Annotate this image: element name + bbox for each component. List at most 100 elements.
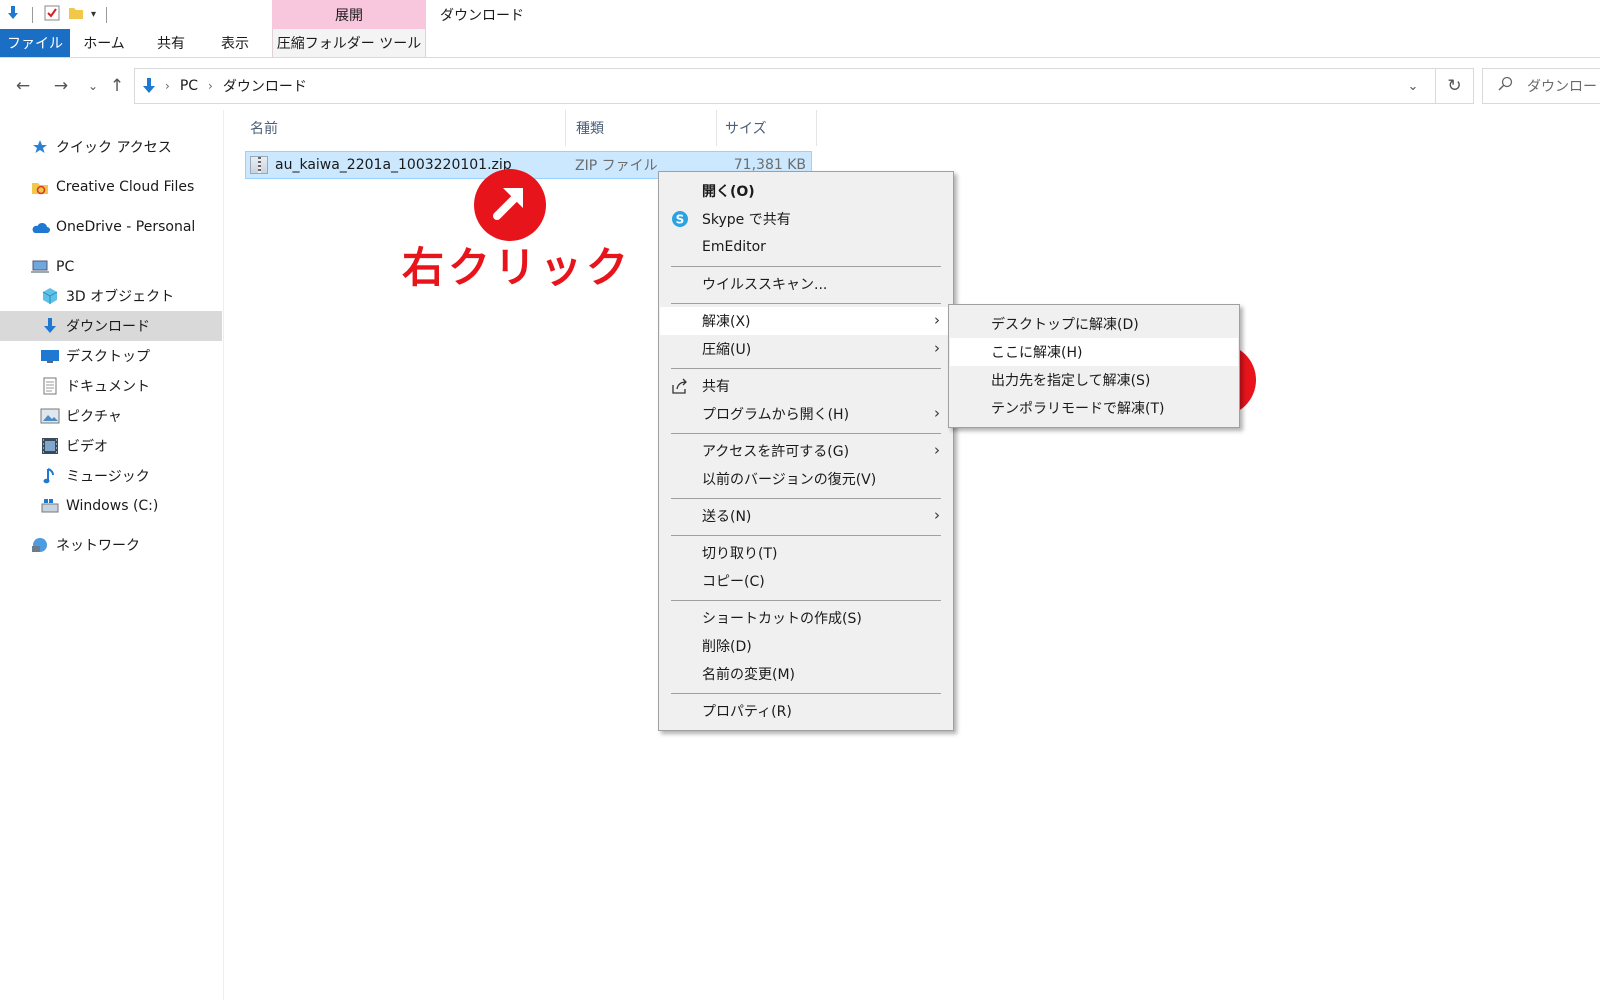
sidebar-item-music[interactable]: ミュージック xyxy=(0,461,222,491)
properties-check-icon[interactable] xyxy=(43,4,61,26)
toolbar-divider xyxy=(32,6,33,23)
menu-separator xyxy=(671,303,941,304)
drive-icon xyxy=(40,496,60,516)
menu-item-delete[interactable]: 削除(D) xyxy=(660,632,952,660)
document-icon xyxy=(40,376,60,396)
refresh-icon[interactable]: ↻ xyxy=(1435,69,1473,103)
menu-item-label: ウイルススキャン... xyxy=(702,277,828,293)
menu-item-share[interactable]: 共有 xyxy=(660,372,952,400)
menu-item-label: ショートカットの作成(S) xyxy=(702,611,862,627)
customize-chevron-icon[interactable]: ▾ xyxy=(91,9,96,20)
address-bar[interactable]: › PC › ダウンロード ⌄ ↻ xyxy=(134,68,1474,104)
menu-item-label: コピー(C) xyxy=(702,574,765,590)
sidebar-item-label: クイック アクセス xyxy=(56,140,172,156)
menu-item-extract[interactable]: 解凍(X) › xyxy=(660,307,952,335)
sidebar-item-label: PC xyxy=(56,259,75,275)
sidebar-item-desktop[interactable]: デスクトップ xyxy=(0,341,222,371)
submenu-arrow-icon: › xyxy=(934,311,940,329)
tab-home[interactable]: ホーム xyxy=(70,29,138,57)
sidebar-item-pc[interactable]: PC xyxy=(0,252,222,282)
sidebar-item-label: ビデオ xyxy=(66,439,108,455)
menu-item-send-to[interactable]: 送る(N) › xyxy=(660,502,952,530)
file-type-cell: ZIP ファイル xyxy=(575,158,658,174)
menu-item-give-access[interactable]: アクセスを許可する(G) › xyxy=(660,437,952,465)
toolbar-divider xyxy=(106,6,108,23)
sidebar-item-documents[interactable]: ドキュメント xyxy=(0,371,222,401)
tab-share[interactable]: 共有 xyxy=(142,29,200,57)
music-icon xyxy=(40,466,60,486)
column-header-name[interactable]: 名前 xyxy=(240,110,566,146)
file-name-cell[interactable]: au_kaiwa_2201a_1003220101.zip xyxy=(250,151,512,179)
submenu-arrow-icon: › xyxy=(934,339,940,357)
sidebar-item-videos[interactable]: ビデオ xyxy=(0,431,222,461)
recent-locations-chevron-icon[interactable]: ⌄ xyxy=(80,72,106,100)
extract-submenu: デスクトップに解凍(D) ここに解凍(H) 出力先を指定して解凍(S) テンポラ… xyxy=(948,304,1240,428)
tab-file[interactable]: ファイル xyxy=(0,29,70,57)
video-icon xyxy=(40,436,60,456)
menu-separator xyxy=(671,693,941,694)
submenu-item-label: テンポラリモードで解凍(T) xyxy=(991,401,1165,417)
column-header-type[interactable]: 種類 xyxy=(566,110,717,146)
menu-item-open-with[interactable]: プログラムから開く(H) › xyxy=(660,400,952,428)
menu-separator xyxy=(671,433,941,434)
submenu-item-extract-to-destination[interactable]: 出力先を指定して解凍(S) xyxy=(950,366,1238,394)
submenu-item-extract-temporary[interactable]: テンポラリモードで解凍(T) xyxy=(950,394,1238,422)
submenu-item-extract-to-desktop[interactable]: デスクトップに解凍(D) xyxy=(950,310,1238,338)
submenu-item-extract-here[interactable]: ここに解凍(H) xyxy=(950,338,1238,366)
network-icon xyxy=(30,535,50,555)
sidebar-item-windows-c[interactable]: Windows (C:) xyxy=(0,491,222,521)
sidebar-item-creative-cloud[interactable]: Creative Cloud Files xyxy=(0,172,222,202)
menu-item-skype-share[interactable]: S Skype で共有 xyxy=(660,205,952,233)
menu-item-restore-versions[interactable]: 以前のバージョンの復元(V) xyxy=(660,465,952,493)
address-dropdown-chevron-icon[interactable]: ⌄ xyxy=(1399,69,1427,103)
menu-item-properties[interactable]: プロパティ(R) xyxy=(660,697,952,725)
sidebar-item-downloads[interactable]: ダウンロード xyxy=(0,311,222,341)
menu-item-label: 名前の変更(M) xyxy=(702,667,796,683)
sidebar-item-quick-access[interactable]: クイック アクセス xyxy=(0,132,222,162)
menu-separator xyxy=(671,498,941,499)
menu-item-compress[interactable]: 圧縮(U) › xyxy=(660,335,952,363)
new-folder-icon[interactable] xyxy=(67,4,85,26)
sidebar-item-label: デスクトップ xyxy=(66,349,150,365)
creative-cloud-icon xyxy=(30,177,50,197)
menu-separator xyxy=(671,266,941,267)
download-arrow-icon[interactable] xyxy=(4,4,22,26)
up-arrow-icon[interactable]: ↑ xyxy=(104,72,130,100)
breadcrumb-pc[interactable]: PC xyxy=(180,78,198,94)
column-header-size[interactable]: サイズ xyxy=(717,110,817,146)
context-menu: 開く(O) S Skype で共有 EmEditor ウイルススキャン... 解… xyxy=(658,171,954,731)
search-box[interactable]: ダウンロード xyxy=(1482,68,1600,104)
menu-item-copy[interactable]: コピー(C) xyxy=(660,567,952,595)
star-icon xyxy=(30,137,50,157)
sidebar-item-onedrive[interactable]: OneDrive - Personal xyxy=(0,212,222,242)
sidebar-item-3d-objects[interactable]: 3D オブジェクト xyxy=(0,281,222,311)
menu-item-emeditor[interactable]: EmEditor xyxy=(660,233,952,261)
sidebar-item-pictures[interactable]: ピクチャ xyxy=(0,401,222,431)
menu-item-rename[interactable]: 名前の変更(M) xyxy=(660,660,952,688)
back-arrow-icon[interactable]: ← xyxy=(10,72,36,100)
menu-item-create-shortcut[interactable]: ショートカットの作成(S) xyxy=(660,604,952,632)
computer-icon xyxy=(30,257,50,277)
sidebar-item-network[interactable]: ネットワーク xyxy=(0,530,222,560)
menu-item-cut[interactable]: 切り取り(T) xyxy=(660,539,952,567)
download-icon xyxy=(40,316,60,336)
tab-compressed-folder-tools[interactable]: 圧縮フォルダー ツール xyxy=(272,29,426,57)
sidebar-item-label: ミュージック xyxy=(66,469,150,485)
svg-text:S: S xyxy=(676,213,685,227)
file-name: au_kaiwa_2201a_1003220101.zip xyxy=(275,157,512,173)
quick-access-toolbar: ▾ xyxy=(0,0,111,29)
menu-item-label: EmEditor xyxy=(702,239,766,255)
desktop-icon xyxy=(40,346,60,366)
menu-item-label: 送る(N) xyxy=(702,509,752,525)
tab-view[interactable]: 表示 xyxy=(206,29,264,57)
menu-item-virus-scan[interactable]: ウイルススキャン... xyxy=(660,270,952,298)
submenu-arrow-icon: › xyxy=(934,441,940,459)
submenu-item-label: 出力先を指定して解凍(S) xyxy=(991,373,1151,389)
forward-arrow-icon[interactable]: → xyxy=(48,72,74,100)
menu-item-open[interactable]: 開く(O) xyxy=(660,177,952,205)
ribbon-tabs: ファイル ホーム 共有 表示 圧縮フォルダー ツール xyxy=(0,29,1600,58)
up-right-arrow-icon xyxy=(487,180,533,230)
breadcrumb-downloads[interactable]: ダウンロード xyxy=(223,76,307,96)
share-icon xyxy=(670,376,690,396)
submenu-arrow-icon: › xyxy=(934,506,940,524)
